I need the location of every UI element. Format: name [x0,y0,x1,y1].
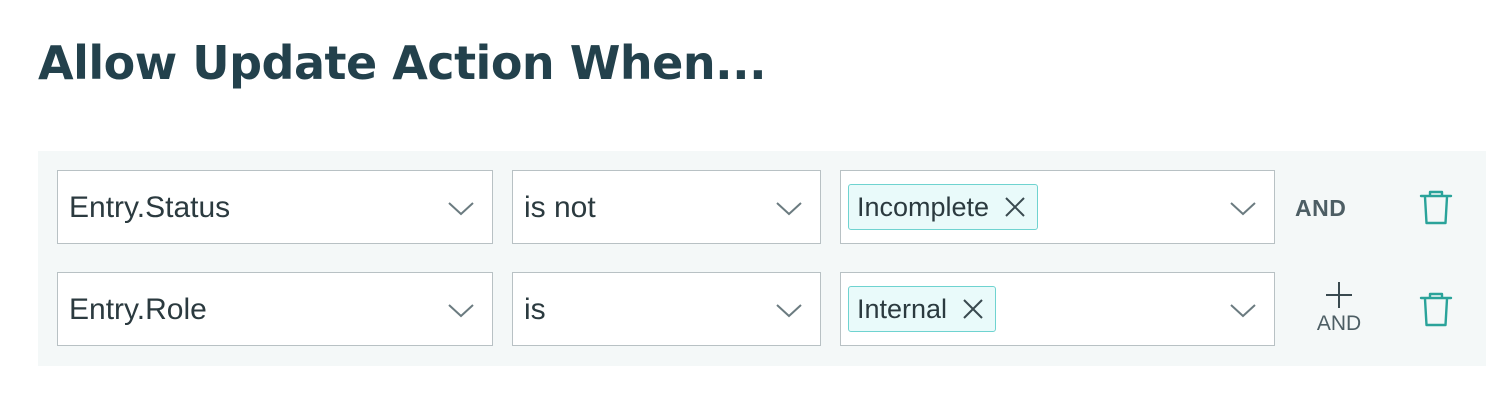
close-icon[interactable] [1003,195,1027,219]
operator-select-value: is not [524,191,596,224]
plus-icon [1326,282,1352,308]
value-chip-label: Incomplete [857,191,990,222]
condition-row: Entry.Status is not Incomplete AND [38,170,1486,246]
chevron-down-icon[interactable] [774,296,804,324]
chevron-down-icon[interactable] [446,296,476,324]
condition-row: Entry.Role is Internal AND [38,272,1486,348]
chevron-down-icon[interactable] [1228,296,1258,324]
trash-icon[interactable] [1418,290,1454,328]
field-select[interactable]: Entry.Role [57,272,493,346]
operator-select[interactable]: is not [512,170,821,244]
chevron-down-icon[interactable] [774,194,804,222]
value-multiselect[interactable]: Incomplete [840,170,1275,244]
operator-select[interactable]: is [512,272,821,346]
add-and-button[interactable]: AND [1304,280,1374,346]
operator-select-value: is [524,293,546,326]
value-chip: Incomplete [848,184,1039,230]
close-icon[interactable] [961,297,985,321]
field-select-value: Entry.Role [69,293,207,326]
field-select-value: Entry.Status [69,191,231,224]
value-chip: Internal [848,286,997,332]
value-chip-label: Internal [857,293,948,324]
value-multiselect[interactable]: Internal [840,272,1275,346]
page-title: Allow Update Action When... [38,36,767,90]
chevron-down-icon[interactable] [446,194,476,222]
add-and-label: AND [1316,312,1362,335]
chevron-down-icon[interactable] [1228,194,1258,222]
connector-label: AND [1295,195,1347,221]
field-select[interactable]: Entry.Status [57,170,493,244]
trash-icon[interactable] [1418,188,1454,226]
conditions-panel: Entry.Status is not Incomplete AND Entry… [38,151,1486,366]
